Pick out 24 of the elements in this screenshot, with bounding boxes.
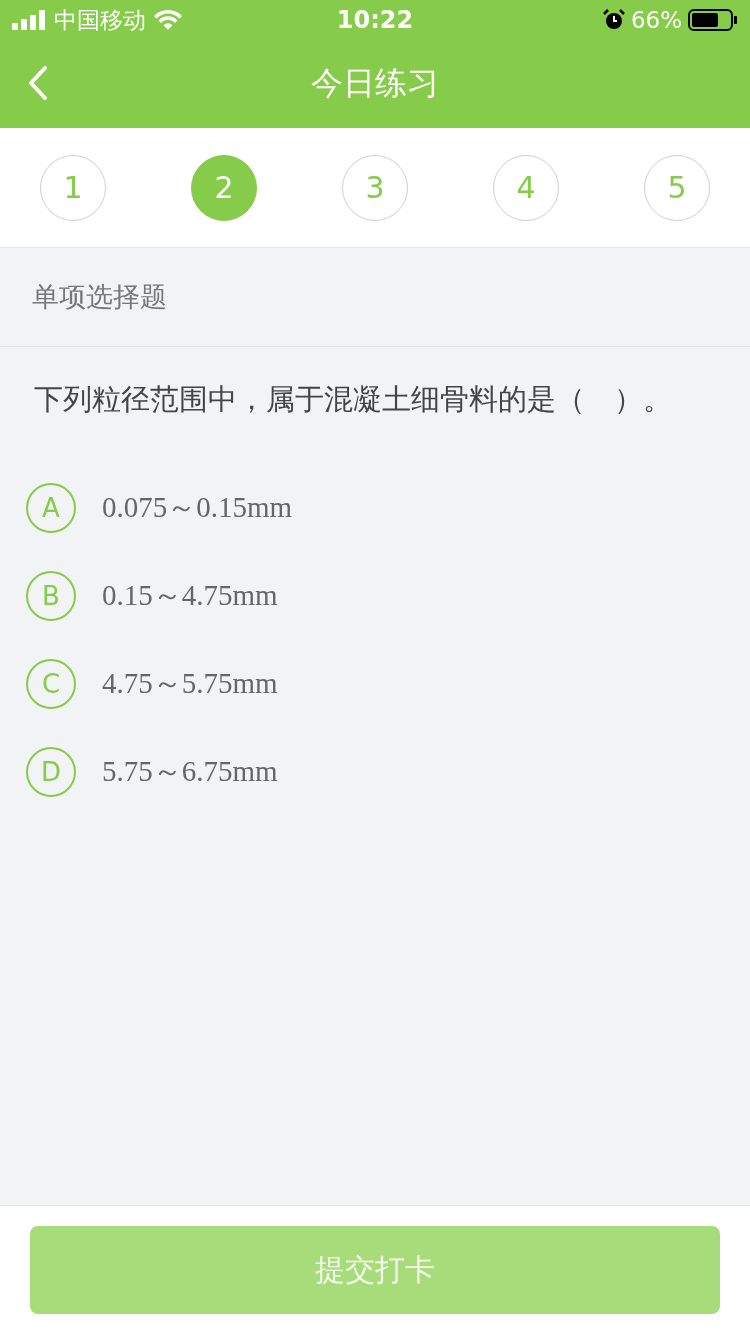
option-letter-circle[interactable]: B xyxy=(26,571,76,621)
option-text[interactable]: 0.15～4.75mm xyxy=(102,576,278,616)
battery-percent: 66% xyxy=(630,7,682,33)
status-time: 10:22 xyxy=(336,6,414,34)
option-letter-circle[interactable]: C xyxy=(26,659,76,709)
signal-icon xyxy=(12,10,46,30)
question-type-label: 单项选择题 xyxy=(32,280,167,314)
page-title: 今日练习 xyxy=(311,63,439,104)
option-text[interactable]: 4.75～5.75mm xyxy=(102,664,278,704)
back-icon[interactable] xyxy=(28,66,48,100)
carrier-name: 中国移动 xyxy=(54,5,146,35)
battery-icon xyxy=(688,9,738,31)
option-letter-circle[interactable]: A xyxy=(26,483,76,533)
question-text: 下列粒径范围中，属于混凝土细骨料的是（ ）。 xyxy=(34,382,672,416)
alarm-icon xyxy=(602,9,625,31)
question-number-tab[interactable]: 5 xyxy=(644,154,710,221)
question-number-tab[interactable]: 2 xyxy=(191,154,257,221)
question-number-tab[interactable]: 3 xyxy=(342,154,408,221)
option-text[interactable]: 5.75～6.75mm xyxy=(102,752,278,792)
option-letter-circle[interactable]: D xyxy=(26,747,76,797)
question-number-tab[interactable]: 4 xyxy=(493,154,559,221)
option-text[interactable]: 0.075～0.15mm xyxy=(102,488,293,528)
question-number-tab[interactable]: 1 xyxy=(40,154,106,221)
wifi-icon xyxy=(154,10,182,30)
